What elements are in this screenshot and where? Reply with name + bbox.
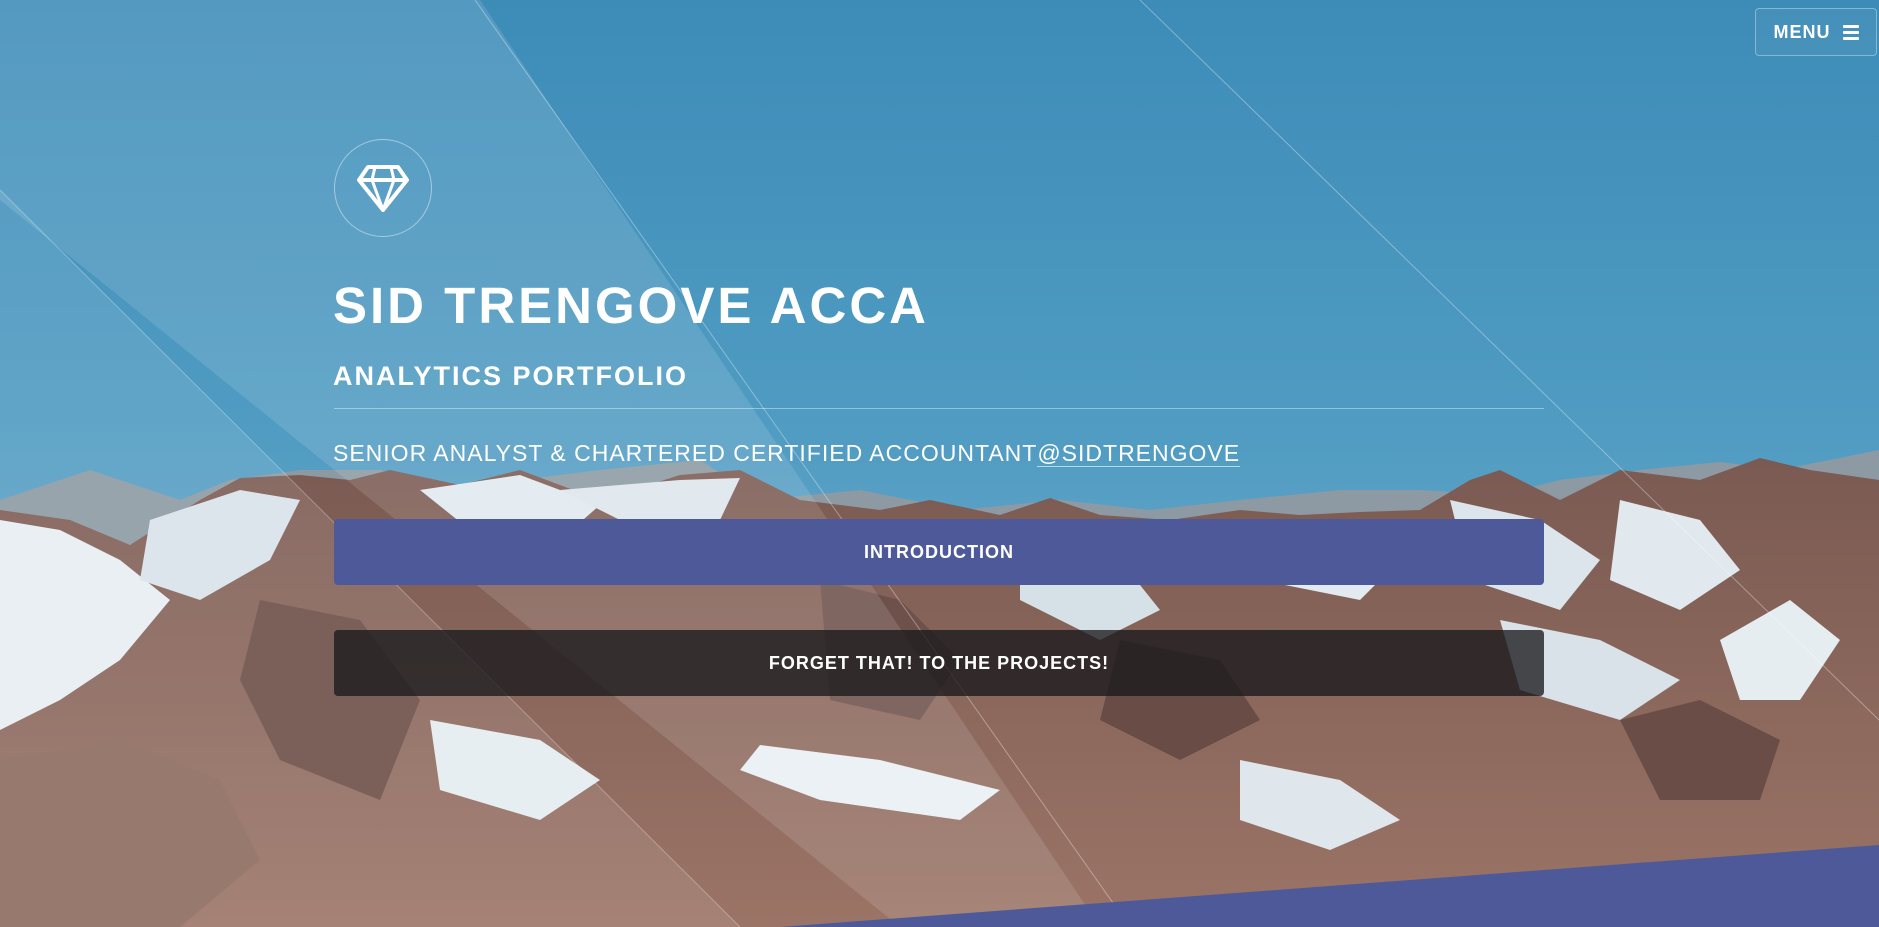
diamond-icon xyxy=(357,165,409,212)
site-title: SID TRENGOVE ACCA xyxy=(333,277,929,334)
menu-button[interactable]: MENU xyxy=(1755,8,1877,56)
introduction-button-label: INTRODUCTION xyxy=(864,541,1014,562)
twitter-handle-link[interactable]: @SIDTRENGOVE xyxy=(1037,440,1241,467)
page: MENU SID TRENGOVE ACCA ANALYTICS PORTFOL… xyxy=(0,0,1879,927)
divider xyxy=(334,408,1544,409)
logo-badge xyxy=(334,139,432,237)
tagline: SENIOR ANALYST & CHARTERED CERTIFIED ACC… xyxy=(333,440,1241,467)
menu-label: MENU xyxy=(1773,21,1831,42)
projects-button-label: FORGET THAT! TO THE PROJECTS! xyxy=(768,652,1110,673)
projects-button[interactable]: FORGET THAT! TO THE PROJECTS! xyxy=(334,630,1544,696)
introduction-button[interactable]: INTRODUCTION xyxy=(334,519,1544,585)
tagline-text: SENIOR ANALYST & CHARTERED CERTIFIED ACC… xyxy=(333,440,1038,466)
site-subtitle: ANALYTICS PORTFOLIO xyxy=(333,361,689,391)
hamburger-icon xyxy=(1842,24,1859,40)
